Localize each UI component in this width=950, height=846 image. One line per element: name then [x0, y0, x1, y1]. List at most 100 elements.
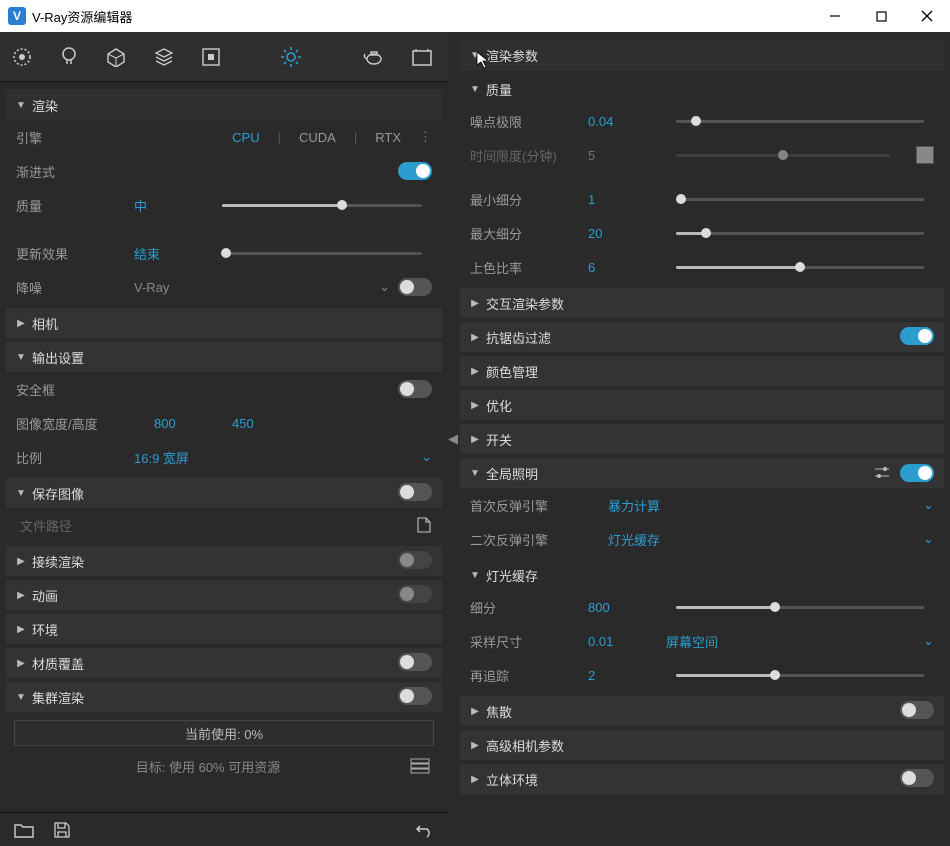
window-close-button[interactable] [904, 0, 950, 32]
slider-noise-limit[interactable] [676, 120, 924, 123]
toggle-animation[interactable] [398, 585, 432, 603]
server-grid-icon[interactable] [410, 758, 434, 774]
label-lc-sample: 采样尺寸 [470, 632, 580, 651]
toggle-caustics[interactable] [900, 701, 934, 719]
label-shading-rate: 上色比率 [470, 258, 580, 277]
usage-current: 当前使用: 0% [14, 720, 434, 746]
label-safe-frame: 安全框 [16, 380, 126, 399]
value-shading-rate[interactable]: 6 [588, 260, 658, 275]
section-switches[interactable]: ▶开关 [460, 424, 944, 454]
slider-lc-subdivs[interactable] [676, 606, 924, 609]
section-animation[interactable]: ▶动画 [6, 580, 442, 610]
render-settings-icon[interactable] [12, 45, 32, 69]
time-limit-swatch[interactable] [916, 146, 934, 164]
value-image-width[interactable]: 800 [154, 416, 224, 431]
slider-time-limit [676, 154, 890, 157]
layers-icon[interactable] [154, 45, 174, 69]
section-render-params[interactable]: ▼渲染参数 [460, 40, 944, 70]
label-denoise: 降噪 [16, 278, 126, 297]
toggle-material-override[interactable] [398, 653, 432, 671]
slider-update-effect[interactable] [222, 252, 422, 255]
window-maximize-button[interactable] [858, 0, 904, 32]
texture-icon[interactable] [202, 45, 220, 69]
slider-max-subdivs[interactable] [676, 232, 924, 235]
geometry-icon[interactable] [106, 45, 126, 69]
section-output-settings[interactable]: ▼输出设置 [6, 342, 442, 372]
section-camera[interactable]: ▶相机 [6, 308, 442, 338]
settings-icon[interactable] [280, 45, 302, 69]
value-min-subdivs[interactable]: 1 [588, 192, 658, 207]
section-adv-camera[interactable]: ▶高级相机参数 [460, 730, 944, 760]
file-path-input[interactable]: 文件路径 [16, 516, 408, 535]
value-lc-retrace[interactable]: 2 [588, 668, 658, 683]
value-update-effect[interactable]: 结束 [134, 244, 204, 263]
second-bounce-chevron-down-icon[interactable]: ⌄ [923, 531, 934, 547]
slider-quality[interactable] [222, 204, 422, 207]
value-lc-sample-mode[interactable]: 屏幕空间 [666, 632, 915, 651]
value-ratio[interactable]: 16:9 宽屏 [134, 448, 413, 467]
slider-shading-rate[interactable] [676, 266, 924, 269]
frame-buffer-icon[interactable] [412, 45, 432, 69]
label-max-subdivs: 最大细分 [470, 224, 580, 243]
first-bounce-chevron-down-icon[interactable]: ⌄ [923, 497, 934, 513]
gi-sliders-icon[interactable] [874, 466, 890, 480]
section-quality[interactable]: ▼质量 [460, 74, 944, 104]
panel-collapse-left-icon[interactable]: ◀ [448, 431, 458, 447]
toggle-resume-render[interactable] [398, 551, 432, 569]
lc-sample-chevron-down-icon[interactable]: ⌄ [923, 633, 934, 649]
value-second-bounce[interactable]: 灯光缓存 [608, 530, 915, 549]
value-denoise[interactable]: V-Ray [134, 280, 204, 295]
section-antialias[interactable]: ▶抗锯齿过滤 [460, 322, 944, 352]
vray-logo-icon: V [8, 7, 26, 25]
section-color-mgmt[interactable]: ▶颜色管理 [460, 356, 944, 386]
left-bottom-bar [0, 812, 448, 846]
toggle-stereo[interactable] [900, 769, 934, 787]
toggle-swarm[interactable] [398, 687, 432, 705]
section-interactive[interactable]: ▶交互渲染参数 [460, 288, 944, 318]
window-minimize-button[interactable] [812, 0, 858, 32]
value-lc-sample[interactable]: 0.01 [588, 634, 658, 649]
save-floppy-icon[interactable] [54, 822, 70, 838]
teapot-icon[interactable] [362, 45, 384, 69]
section-save-image[interactable]: ▼保存图像 [6, 478, 442, 508]
section-swarm[interactable]: ▼集群渲染 [6, 682, 442, 712]
label-time-limit: 时间限度(分钟) [470, 146, 580, 165]
left-toolbar: ◢ [0, 32, 448, 82]
toggle-save-image[interactable] [398, 483, 432, 501]
engine-menu-icon[interactable]: ⋮ [419, 129, 432, 145]
slider-min-subdivs[interactable] [676, 198, 924, 201]
engine-cpu[interactable]: CPU [232, 130, 259, 145]
value-lc-subdivs[interactable]: 800 [588, 600, 658, 615]
toggle-denoise[interactable] [398, 278, 432, 296]
section-stereo[interactable]: ▶立体环境 [460, 764, 944, 794]
engine-rtx[interactable]: RTX [375, 130, 401, 145]
file-browse-icon[interactable] [416, 516, 432, 534]
value-noise-limit[interactable]: 0.04 [588, 114, 658, 129]
label-first-bounce: 首次反弹引擎 [470, 496, 600, 515]
section-material-override[interactable]: ▶材质覆盖 [6, 648, 442, 678]
section-render[interactable]: ▼渲染 [6, 90, 442, 120]
value-image-height[interactable]: 450 [232, 416, 302, 431]
ratio-chevron-down-icon[interactable]: ⌄ [421, 449, 432, 465]
value-first-bounce[interactable]: 暴力计算 [608, 496, 915, 515]
section-optimize[interactable]: ▶优化 [460, 390, 944, 420]
open-folder-icon[interactable] [14, 822, 34, 838]
denoise-chevron-down-icon[interactable]: ⌄ [379, 279, 390, 295]
toggle-gi[interactable] [900, 464, 934, 482]
undo-icon[interactable] [416, 822, 434, 838]
toggle-progressive[interactable] [398, 162, 432, 180]
section-environment[interactable]: ▶环境 [6, 614, 442, 644]
value-quality[interactable]: 中 [134, 196, 204, 215]
label-lc-subdivs: 细分 [470, 598, 580, 617]
section-caustics[interactable]: ▶焦散 [460, 696, 944, 726]
section-resume-render[interactable]: ▶接续渲染 [6, 546, 442, 576]
slider-lc-retrace[interactable] [676, 674, 924, 677]
label-engine: 引擎 [16, 128, 126, 147]
section-gi[interactable]: ▼全局照明 [460, 458, 944, 488]
toggle-antialias[interactable] [900, 327, 934, 345]
engine-cuda[interactable]: CUDA [299, 130, 336, 145]
light-icon[interactable] [60, 45, 78, 69]
toggle-safe-frame[interactable] [398, 380, 432, 398]
section-light-cache[interactable]: ▼灯光缓存 [460, 560, 944, 590]
value-max-subdivs[interactable]: 20 [588, 226, 658, 241]
